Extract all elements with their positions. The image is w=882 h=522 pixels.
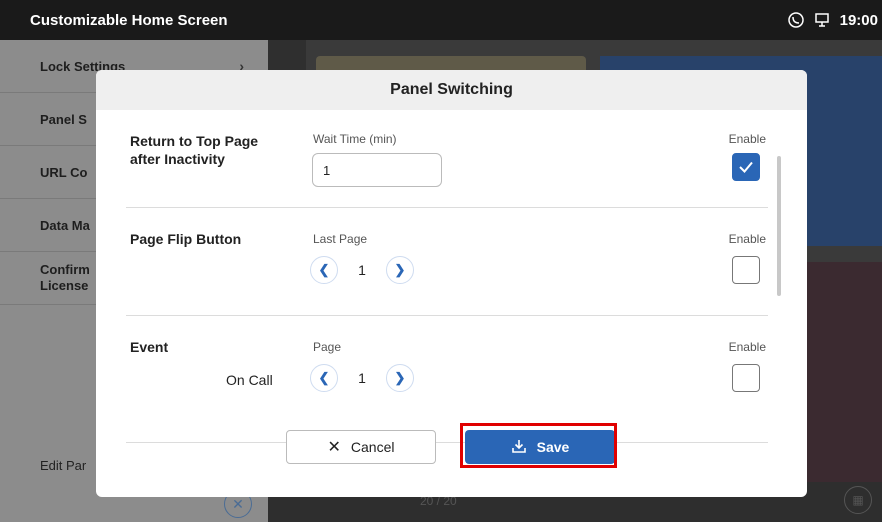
enable-label: Enable xyxy=(728,340,766,354)
monitor-icon xyxy=(814,12,830,28)
sidebar-item-label: URL Co xyxy=(40,164,88,180)
app-title: Customizable Home Screen xyxy=(30,11,228,29)
screen: 20 / 20 ▦ Customizable Home Screen 19:00… xyxy=(0,0,882,522)
cancel-label: Cancel xyxy=(350,439,395,455)
stepper-value: 1 xyxy=(358,370,366,386)
sidebar-item-label: Confirm License xyxy=(40,261,90,293)
chevron-right-icon[interactable]: ❯ xyxy=(386,256,414,284)
last-page-stepper: ❮ 1 ❯ xyxy=(310,256,414,284)
sidebar-item-label: Panel S xyxy=(40,111,87,127)
dialog-body: Return to Top Page after Inactivity Wait… xyxy=(96,110,807,443)
setting-row-page-flip: Page Flip Button Last Page Enable ❮ 1 ❯ xyxy=(130,230,766,300)
enable-checkbox-page-flip[interactable] xyxy=(732,256,760,284)
enable-checkbox-return-top[interactable] xyxy=(732,153,760,181)
clock: 19:00 xyxy=(839,11,878,29)
on-call-label: On Call xyxy=(226,372,273,388)
call-icon xyxy=(787,12,804,28)
event-page-stepper: ❮ 1 ❯ xyxy=(310,364,414,392)
wait-time-input[interactable]: 1 xyxy=(312,153,442,187)
row-title: Event xyxy=(130,339,169,355)
enable-label: Enable xyxy=(728,132,766,146)
status-area: 19:00 xyxy=(787,11,878,29)
scrollbar[interactable] xyxy=(777,156,781,296)
chevron-right-icon[interactable]: ❯ xyxy=(386,364,414,392)
page-label: Page xyxy=(313,340,342,354)
save-highlight-box xyxy=(460,423,617,468)
divider xyxy=(126,207,768,208)
setting-row-event: Event Page Enable On Call ❮ 1 ❯ xyxy=(130,338,766,408)
edit-panel-link[interactable]: Edit Par xyxy=(40,458,86,473)
row-title: Page Flip Button xyxy=(130,231,242,247)
sidebar-item-label: Data Ma xyxy=(40,217,90,233)
grid-icon: ▦ xyxy=(844,486,872,514)
chevron-left-icon[interactable]: ❮ xyxy=(310,256,338,284)
check-icon xyxy=(739,161,753,173)
cancel-button[interactable]: ✕ Cancel xyxy=(286,430,436,464)
chevron-left-icon[interactable]: ❮ xyxy=(310,364,338,392)
status-bar: Customizable Home Screen 19:00 xyxy=(0,0,882,40)
last-page-label: Last Page xyxy=(313,232,368,246)
row-title: Return to Top Page after Inactivity xyxy=(130,133,259,167)
stepper-value: 1 xyxy=(358,262,366,278)
dialog-title: Panel Switching xyxy=(96,70,807,110)
dialog-footer: ✕ Cancel Save xyxy=(96,430,807,484)
background-tile xyxy=(806,262,882,482)
divider xyxy=(126,315,768,316)
wait-time-label: Wait Time (min) xyxy=(313,132,397,146)
close-icon: ✕ xyxy=(327,439,341,456)
setting-row-return-top: Return to Top Page after Inactivity Wait… xyxy=(130,130,766,200)
panel-switching-dialog: Panel Switching Return to Top Page after… xyxy=(96,70,807,497)
enable-checkbox-event[interactable] xyxy=(732,364,760,392)
enable-label: Enable xyxy=(728,232,766,246)
